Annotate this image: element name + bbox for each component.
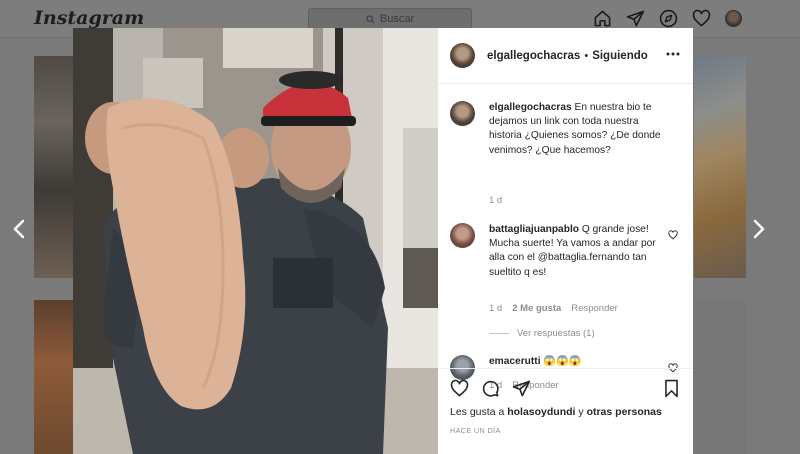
comment-likes[interactable]: 2 Me gusta: [512, 303, 561, 314]
grid-thumbnail[interactable]: [694, 300, 746, 454]
comment-username[interactable]: battagliajuanpablo: [489, 224, 579, 235]
share-icon[interactable]: [512, 379, 531, 398]
post-photo[interactable]: [73, 28, 438, 454]
post-side-panel: elgallegochacras • Siguiendo elgallegoch…: [438, 28, 693, 454]
comment-time[interactable]: 1 d: [489, 195, 502, 206]
reply-button[interactable]: Responder: [571, 303, 617, 314]
likes-user[interactable]: holasoydundi: [507, 406, 575, 418]
home-icon[interactable]: [593, 9, 612, 28]
commenter-avatar[interactable]: [450, 223, 475, 248]
following-button[interactable]: Siguiendo: [592, 50, 648, 62]
comment-meta: 1 d: [489, 195, 502, 206]
post-timestamp[interactable]: HACE UN DÍA: [450, 426, 501, 435]
comment-like-heart-icon[interactable]: [668, 230, 678, 240]
chevron-right-icon[interactable]: [752, 219, 766, 239]
grid-thumbnail[interactable]: [34, 56, 74, 278]
instagram-logo[interactable]: Instagram: [34, 7, 144, 29]
comment-username[interactable]: emacerutti: [489, 356, 541, 367]
comment-username[interactable]: elgallegochacras: [489, 102, 572, 113]
author-username[interactable]: elgallegochacras: [487, 50, 580, 62]
activity-heart-icon[interactable]: [692, 9, 711, 28]
view-replies-button[interactable]: Ver respuestas (1): [489, 328, 595, 339]
likes-others[interactable]: otras personas: [587, 406, 662, 418]
grid-thumbnail[interactable]: [694, 56, 746, 278]
search-input[interactable]: Buscar: [308, 8, 472, 30]
replies-divider: [489, 333, 509, 334]
explore-icon[interactable]: [659, 9, 678, 28]
comment-meta: 1 d 2 Me gusta Responder: [489, 303, 618, 314]
likes-middle: y: [578, 406, 584, 418]
search-placeholder: Buscar: [379, 13, 415, 25]
author-avatar[interactable]: [450, 43, 475, 68]
likes-prefix: Les gusta a: [450, 406, 505, 418]
comment-body: battagliajuanpablo Q grande jose! Mucha …: [489, 223, 667, 280]
view-replies-label: Ver respuestas (1): [517, 328, 595, 339]
likes-summary: Les gusta a holasoydundi y otras persona…: [450, 406, 662, 418]
post-photo-image: [73, 28, 438, 454]
more-icon[interactable]: [666, 52, 680, 56]
post-actions: Les gusta a holasoydundi y otras persona…: [438, 368, 693, 454]
profile-avatar[interactable]: [725, 10, 742, 27]
heart-icon[interactable]: [450, 379, 469, 398]
post-header: elgallegochacras • Siguiendo: [438, 28, 693, 84]
comment-icon[interactable]: [481, 379, 500, 398]
save-icon[interactable]: [662, 379, 681, 398]
comment-time[interactable]: 1 d: [489, 303, 502, 314]
chevron-left-icon[interactable]: [12, 219, 26, 239]
comment-text: 😱😱😱: [543, 356, 582, 367]
search-icon: [366, 14, 375, 23]
direct-icon[interactable]: [626, 9, 645, 28]
author-avatar[interactable]: [450, 101, 475, 126]
separator-dot: •: [584, 49, 589, 62]
grid-thumbnail[interactable]: [34, 300, 74, 454]
comment-body: elgallegochacras En nuestra bio te dejam…: [489, 101, 667, 158]
